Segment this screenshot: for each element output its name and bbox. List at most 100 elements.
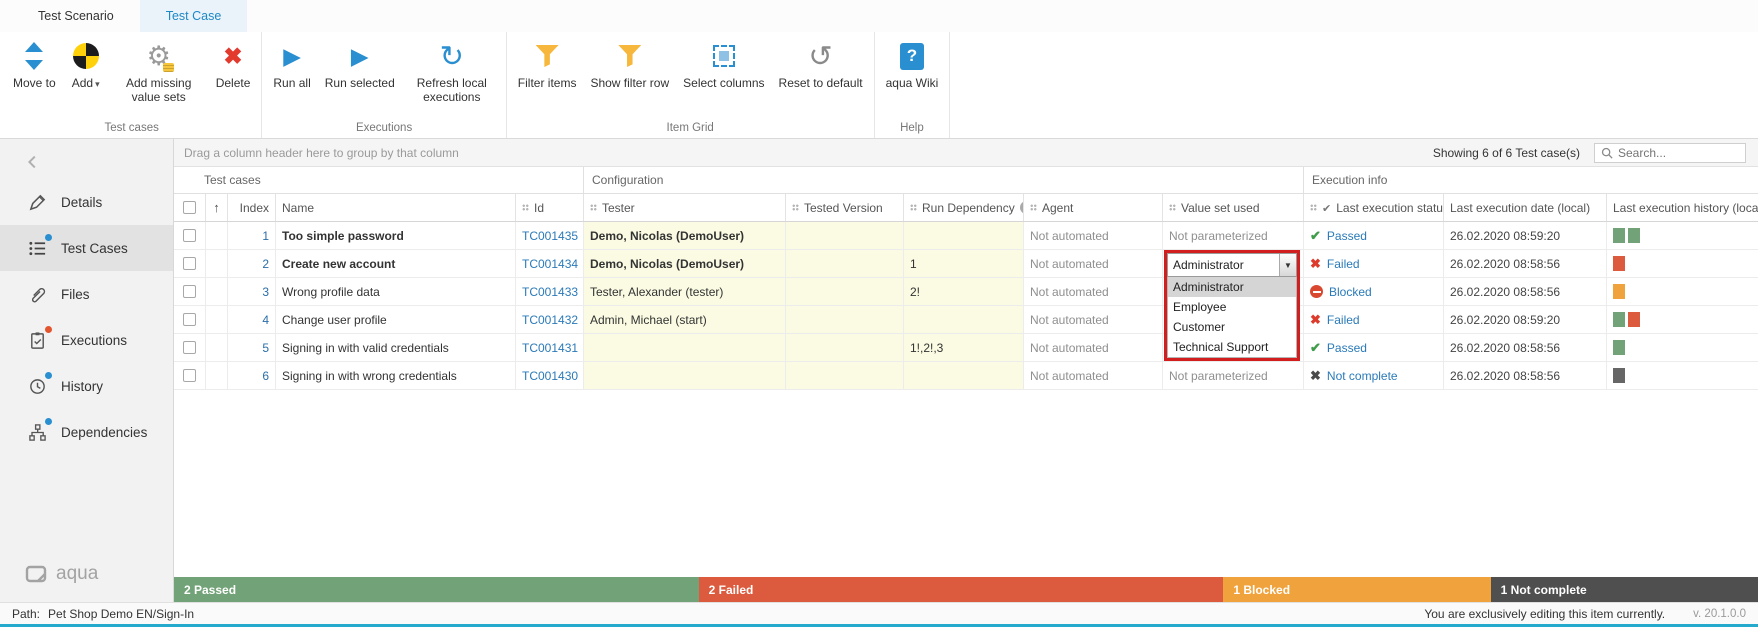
cell-id-link[interactable]: TC001431: [516, 334, 584, 361]
table-row[interactable]: 6 Signing in with wrong credentials TC00…: [174, 362, 1758, 390]
cell-value-set-used[interactable]: Not parameterized: [1163, 362, 1304, 389]
cell-tested-version[interactable]: [786, 250, 904, 277]
status-link[interactable]: Passed: [1327, 229, 1367, 243]
row-checkbox[interactable]: [183, 341, 196, 354]
cell-tester[interactable]: [584, 334, 786, 361]
header-value-set-used[interactable]: Value set used: [1163, 194, 1304, 221]
table-row[interactable]: 3 Wrong profile data TC001433 Tester, Al…: [174, 278, 1758, 306]
sidebar-item-history[interactable]: History: [0, 363, 173, 409]
delete-button[interactable]: Delete: [209, 35, 258, 93]
header-tester[interactable]: Tester: [584, 194, 786, 221]
cell-name[interactable]: Wrong profile data: [276, 278, 516, 305]
cell-id-link[interactable]: TC001433: [516, 278, 584, 305]
table-row[interactable]: 4 Change user profile TC001432 Admin, Mi…: [174, 306, 1758, 334]
cell-id-link[interactable]: TC001435: [516, 222, 584, 249]
cell-tested-version[interactable]: [786, 222, 904, 249]
cell-last-execution-status[interactable]: Failed: [1304, 306, 1444, 333]
row-checkbox[interactable]: [183, 257, 196, 270]
sidebar-item-test-cases[interactable]: Test Cases: [0, 225, 173, 271]
header-last-execution-date[interactable]: Last execution date (local): [1444, 194, 1607, 221]
cell-last-execution-history[interactable]: [1607, 250, 1758, 277]
header-agent[interactable]: Agent: [1024, 194, 1163, 221]
run-selected-button[interactable]: Run selected: [318, 35, 402, 93]
row-checkbox[interactable]: [183, 369, 196, 382]
cell-tested-version[interactable]: [786, 278, 904, 305]
select-columns-button[interactable]: Select columns: [676, 35, 771, 93]
select-all-checkbox[interactable]: [183, 201, 196, 214]
search-input[interactable]: [1618, 146, 1739, 160]
group-by-bar[interactable]: Drag a column header here to group by th…: [174, 139, 1758, 167]
tab-test-case[interactable]: Test Case: [140, 0, 248, 32]
cell-run-dependency[interactable]: 1!,2!,3: [904, 334, 1024, 361]
status-link[interactable]: Blocked: [1329, 285, 1372, 299]
cell-name[interactable]: Signing in with valid credentials: [276, 334, 516, 361]
tab-test-scenario[interactable]: Test Scenario: [12, 0, 140, 32]
sidebar-item-dependencies[interactable]: Dependencies: [0, 409, 173, 455]
table-row[interactable]: 5 Signing in with valid credentials TC00…: [174, 334, 1758, 362]
cell-last-execution-history[interactable]: [1607, 222, 1758, 249]
header-last-execution-status[interactable]: Last execution statu...: [1304, 194, 1444, 221]
row-checkbox[interactable]: [183, 285, 196, 298]
status-link[interactable]: Passed: [1327, 341, 1367, 355]
cell-last-execution-history[interactable]: [1607, 278, 1758, 305]
cell-tester[interactable]: [584, 362, 786, 389]
header-run-dependency[interactable]: Run Dependency: [904, 194, 1024, 221]
dropdown-option[interactable]: Employee: [1168, 297, 1296, 317]
cell-last-execution-history[interactable]: [1607, 362, 1758, 389]
sidebar-item-files[interactable]: Files: [0, 271, 173, 317]
cell-tester[interactable]: Demo, Nicolas (DemoUser): [584, 222, 786, 249]
band-execution-info[interactable]: Execution info: [1304, 167, 1758, 193]
cell-tester[interactable]: Demo, Nicolas (DemoUser): [584, 250, 786, 277]
row-checkbox[interactable]: [183, 313, 196, 326]
table-row[interactable]: 2 Create new account TC001434 Demo, Nico…: [174, 250, 1758, 278]
status-link[interactable]: Failed: [1327, 257, 1360, 271]
filter-items-button[interactable]: Filter items: [511, 35, 584, 93]
cell-last-execution-status[interactable]: Passed: [1304, 334, 1444, 361]
cell-name[interactable]: Create new account: [276, 250, 516, 277]
cell-last-execution-history[interactable]: [1607, 334, 1758, 361]
dropdown-option[interactable]: Customer: [1168, 317, 1296, 337]
cell-last-execution-status[interactable]: Failed: [1304, 250, 1444, 277]
dropdown-option[interactable]: Technical Support: [1168, 337, 1296, 357]
move-to-button[interactable]: Move to: [6, 35, 63, 93]
sidebar-item-details[interactable]: Details: [0, 179, 173, 225]
band-configuration[interactable]: Configuration: [584, 167, 1304, 193]
cell-name[interactable]: Too simple password: [276, 222, 516, 249]
dropdown-option[interactable]: Administrator: [1168, 277, 1296, 297]
cell-id-link[interactable]: TC001434: [516, 250, 584, 277]
sidebar-item-executions[interactable]: Executions: [0, 317, 173, 363]
cell-value-set-used[interactable]: Not parameterized: [1163, 222, 1304, 249]
combobox-arrow-button[interactable]: [1279, 254, 1296, 276]
cell-id-link[interactable]: TC001430: [516, 362, 584, 389]
header-id[interactable]: Id: [516, 194, 584, 221]
cell-tester[interactable]: Tester, Alexander (tester): [584, 278, 786, 305]
run-all-button[interactable]: Run all: [266, 35, 317, 93]
add-missing-value-sets-button[interactable]: Add missing value sets: [109, 35, 209, 108]
refresh-local-executions-button[interactable]: Refresh local executions: [402, 35, 502, 108]
cell-run-dependency[interactable]: 1: [904, 250, 1024, 277]
status-link[interactable]: Failed: [1327, 313, 1360, 327]
band-test-cases[interactable]: Test cases: [174, 167, 584, 193]
cell-run-dependency[interactable]: [904, 362, 1024, 389]
cell-tested-version[interactable]: [786, 362, 904, 389]
cell-last-execution-status[interactable]: Not complete: [1304, 362, 1444, 389]
cell-last-execution-history[interactable]: [1607, 306, 1758, 333]
cell-last-execution-status[interactable]: Passed: [1304, 222, 1444, 249]
cell-name[interactable]: Change user profile: [276, 306, 516, 333]
show-filter-row-button[interactable]: Show filter row: [583, 35, 676, 93]
cell-name[interactable]: Signing in with wrong credentials: [276, 362, 516, 389]
cell-run-dependency[interactable]: 2!: [904, 278, 1024, 305]
cell-tested-version[interactable]: [786, 306, 904, 333]
add-button[interactable]: Add▾: [63, 35, 109, 93]
cell-run-dependency[interactable]: [904, 306, 1024, 333]
search-box[interactable]: [1594, 143, 1746, 163]
cell-value-set-used[interactable]: AdministratorAdministratorEmployeeCustom…: [1163, 250, 1304, 277]
header-last-execution-history[interactable]: Last execution history (local): [1607, 194, 1758, 221]
cell-tester[interactable]: Admin, Michael (start): [584, 306, 786, 333]
cell-tested-version[interactable]: [786, 334, 904, 361]
header-sort[interactable]: [206, 194, 228, 221]
status-link[interactable]: Not complete: [1327, 369, 1398, 383]
collapse-sidebar-button[interactable]: [24, 153, 42, 171]
table-row[interactable]: 1 Too simple password TC001435 Demo, Nic…: [174, 222, 1758, 250]
header-tested-version[interactable]: Tested Version: [786, 194, 904, 221]
